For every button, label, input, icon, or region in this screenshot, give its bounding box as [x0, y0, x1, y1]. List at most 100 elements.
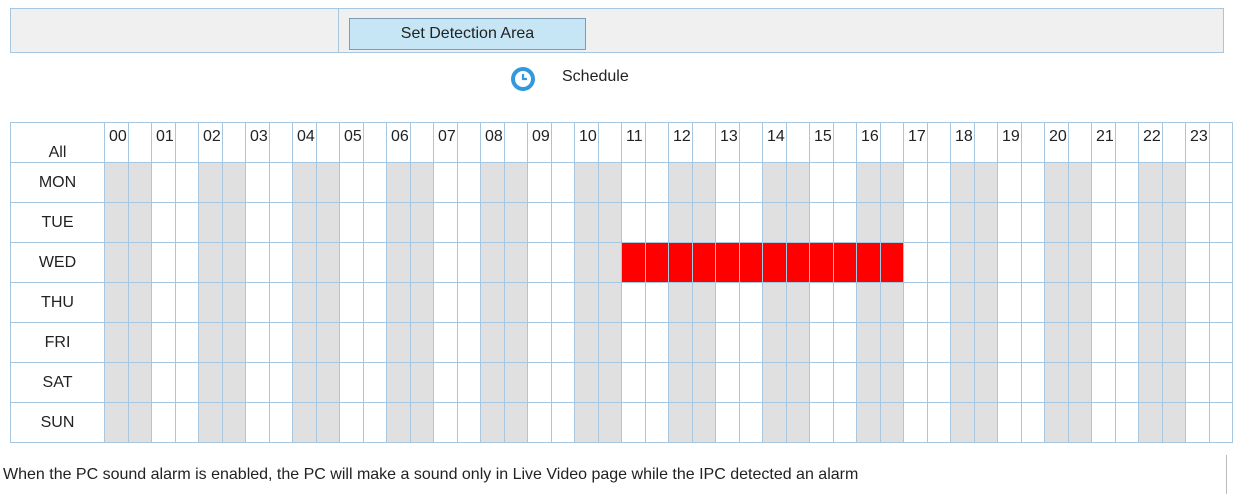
time-slot[interactable] [456, 322, 481, 363]
day-label-sun[interactable]: SUN [10, 402, 105, 443]
time-slot[interactable] [644, 202, 669, 243]
hour-header-12[interactable]: 12 [668, 122, 693, 163]
time-slot[interactable] [809, 242, 834, 283]
time-slot[interactable] [1138, 362, 1163, 403]
time-slot[interactable] [668, 242, 693, 283]
time-slot[interactable] [973, 202, 998, 243]
time-slot[interactable] [315, 242, 340, 283]
time-slot[interactable] [621, 402, 646, 443]
time-slot[interactable] [1114, 282, 1139, 323]
hour-header-05[interactable]: 05 [339, 122, 364, 163]
time-slot[interactable] [550, 362, 575, 403]
time-slot[interactable] [1067, 202, 1092, 243]
time-slot[interactable] [597, 202, 622, 243]
time-slot[interactable] [409, 402, 434, 443]
time-slot[interactable] [480, 282, 505, 323]
time-slot[interactable] [809, 322, 834, 363]
time-slot[interactable] [574, 202, 599, 243]
time-slot[interactable] [104, 202, 129, 243]
time-slot[interactable] [950, 402, 975, 443]
day-label-fri[interactable]: FRI [10, 322, 105, 363]
time-slot[interactable] [1044, 282, 1069, 323]
hour-header-02[interactable]: 02 [198, 122, 223, 163]
time-slot[interactable] [809, 402, 834, 443]
time-slot[interactable] [973, 162, 998, 203]
time-slot[interactable] [339, 242, 364, 283]
time-slot[interactable] [903, 242, 928, 283]
time-slot[interactable] [198, 402, 223, 443]
time-slot[interactable] [1067, 282, 1092, 323]
time-slot[interactable] [550, 402, 575, 443]
time-slot[interactable] [997, 202, 1022, 243]
time-slot[interactable] [315, 322, 340, 363]
time-slot[interactable] [1138, 282, 1163, 323]
time-slot[interactable] [386, 322, 411, 363]
hour-header-half[interactable] [268, 122, 293, 163]
time-slot[interactable] [738, 282, 763, 323]
time-slot[interactable] [1020, 242, 1045, 283]
time-slot[interactable] [1185, 282, 1210, 323]
time-slot[interactable] [621, 362, 646, 403]
time-slot[interactable] [221, 202, 246, 243]
time-slot[interactable] [1044, 242, 1069, 283]
time-slot[interactable] [738, 402, 763, 443]
time-slot[interactable] [245, 162, 270, 203]
time-slot[interactable] [973, 282, 998, 323]
time-slot[interactable] [621, 202, 646, 243]
hour-header-half[interactable] [174, 122, 199, 163]
time-slot[interactable] [480, 202, 505, 243]
time-slot[interactable] [1161, 402, 1186, 443]
hour-header-10[interactable]: 10 [574, 122, 599, 163]
time-slot[interactable] [527, 282, 552, 323]
hour-header-06[interactable]: 06 [386, 122, 411, 163]
time-slot[interactable] [1044, 162, 1069, 203]
hour-header-11[interactable]: 11 [621, 122, 646, 163]
time-slot[interactable] [339, 362, 364, 403]
time-slot[interactable] [1161, 282, 1186, 323]
time-slot[interactable] [480, 402, 505, 443]
time-slot[interactable] [574, 322, 599, 363]
hour-header-half[interactable] [127, 122, 152, 163]
time-slot[interactable] [151, 402, 176, 443]
time-slot[interactable] [127, 282, 152, 323]
time-slot[interactable] [715, 162, 740, 203]
time-slot[interactable] [926, 362, 951, 403]
time-slot[interactable] [1044, 362, 1069, 403]
time-slot[interactable] [268, 402, 293, 443]
time-slot[interactable] [950, 162, 975, 203]
hour-header-half[interactable] [221, 122, 246, 163]
time-slot[interactable] [1114, 362, 1139, 403]
time-slot[interactable] [174, 282, 199, 323]
time-slot[interactable] [1185, 322, 1210, 363]
time-slot[interactable] [597, 162, 622, 203]
select-all-cell[interactable]: All [10, 122, 105, 163]
time-slot[interactable] [1161, 242, 1186, 283]
time-slot[interactable] [1138, 402, 1163, 443]
time-slot[interactable] [456, 162, 481, 203]
time-slot[interactable] [809, 282, 834, 323]
time-slot[interactable] [527, 362, 552, 403]
hour-header-half[interactable] [1161, 122, 1186, 163]
time-slot[interactable] [926, 402, 951, 443]
time-slot[interactable] [127, 242, 152, 283]
time-slot[interactable] [597, 402, 622, 443]
time-slot[interactable] [315, 402, 340, 443]
time-slot[interactable] [809, 362, 834, 403]
time-slot[interactable] [386, 162, 411, 203]
time-slot[interactable] [762, 322, 787, 363]
time-slot[interactable] [738, 162, 763, 203]
hour-header-half[interactable] [1067, 122, 1092, 163]
time-slot[interactable] [151, 322, 176, 363]
hour-header-13[interactable]: 13 [715, 122, 740, 163]
time-slot[interactable] [292, 282, 317, 323]
time-slot[interactable] [715, 362, 740, 403]
time-slot[interactable] [362, 242, 387, 283]
time-slot[interactable] [950, 282, 975, 323]
time-slot[interactable] [409, 322, 434, 363]
time-slot[interactable] [1067, 322, 1092, 363]
time-slot[interactable] [433, 162, 458, 203]
time-slot[interactable] [315, 362, 340, 403]
hour-header-20[interactable]: 20 [1044, 122, 1069, 163]
time-slot[interactable] [433, 362, 458, 403]
time-slot[interactable] [245, 282, 270, 323]
